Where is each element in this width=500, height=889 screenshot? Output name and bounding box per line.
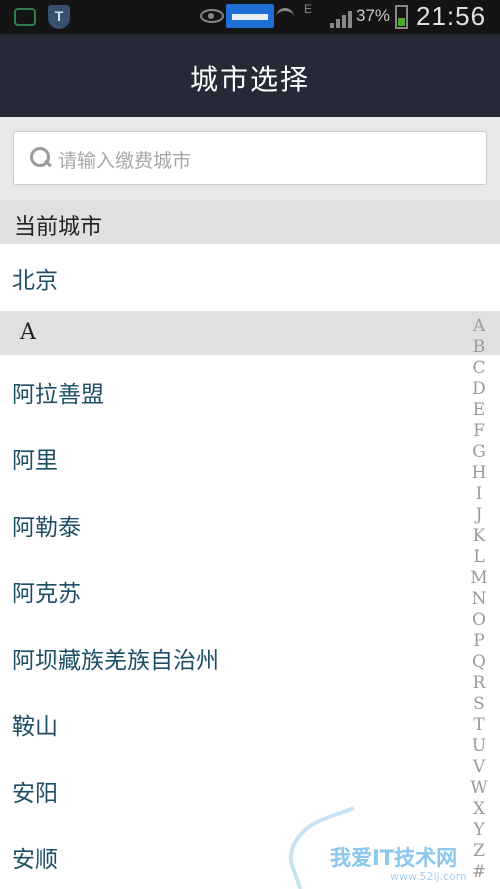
battery-percent: 37% [356, 6, 391, 25]
search-placeholder: 请输入缴费城市 [58, 150, 192, 172]
index-letter[interactable]: I [468, 484, 490, 504]
city-name: 安顺 [12, 847, 58, 873]
index-letter[interactable]: L [468, 547, 490, 567]
index-letter[interactable]: A [468, 316, 490, 336]
current-city-header: 当前城市 [0, 200, 500, 244]
current-city-label: 北京 [12, 268, 58, 294]
notification-bar-icon [226, 4, 274, 28]
index-letter[interactable]: V [468, 757, 490, 777]
index-letter[interactable]: K [468, 526, 490, 546]
index-letter[interactable]: P [468, 631, 490, 651]
search-input[interactable]: 请输入缴费城市 [13, 131, 487, 185]
city-list-item[interactable]: 阿坝藏族羌族自治州 [0, 624, 470, 690]
current-city-item[interactable]: 北京 [0, 244, 500, 311]
city-name: 安阳 [12, 781, 58, 807]
city-name: 阿勒泰 [12, 515, 81, 541]
index-letter[interactable]: D [468, 379, 490, 399]
city-list-item[interactable]: 阿克苏 [0, 557, 470, 623]
city-name: 阿拉善盟 [12, 382, 104, 408]
index-letter[interactable]: E [468, 400, 490, 420]
city-name: 阿里 [12, 448, 58, 474]
message-notification-icon [14, 8, 36, 26]
city-list-item[interactable]: 阿里 [0, 424, 470, 490]
signal-strength-icon [330, 10, 354, 28]
alphabet-index-bar[interactable]: A B C D E F G H I J K L M N O P Q R S T … [468, 316, 490, 888]
group-header-letter: A [20, 320, 36, 345]
index-letter[interactable]: G [468, 442, 490, 462]
network-type-label: E [304, 2, 313, 16]
index-letter[interactable]: N [468, 589, 490, 609]
index-letter[interactable]: J [468, 505, 490, 525]
index-letter[interactable]: Q [468, 652, 490, 672]
index-letter[interactable]: H [468, 463, 490, 483]
city-list-item[interactable]: 阿拉善盟 [0, 358, 470, 424]
watermark-text: 我爱IT技术网 [330, 846, 458, 870]
page-title: 城市选择 [189, 63, 310, 96]
index-letter[interactable]: C [468, 358, 490, 378]
group-header-a: A [0, 311, 500, 355]
security-shield-icon: T [48, 5, 70, 29]
status-bar: T E 37% 21:56 [0, 0, 500, 34]
watermark-url: www.52ij.com [390, 870, 467, 883]
battery-icon [395, 5, 408, 29]
city-list-item[interactable]: 鞍山 [0, 690, 470, 756]
index-letter[interactable]: B [468, 337, 490, 357]
index-letter[interactable]: M [468, 568, 490, 588]
index-letter[interactable]: F [468, 421, 490, 441]
index-letter[interactable]: O [468, 610, 490, 630]
city-list-item[interactable]: 阿勒泰 [0, 491, 470, 557]
wifi-icon [276, 8, 294, 26]
search-area: 请输入缴费城市 [0, 117, 500, 200]
watermark-logo: 我爱IT技术网 www.52ij.com [278, 806, 500, 889]
index-letter[interactable]: U [468, 736, 490, 756]
index-letter[interactable]: S [468, 694, 490, 714]
title-bar: 城市选择 [0, 34, 500, 117]
city-name: 阿克苏 [12, 581, 81, 607]
current-city-header-label: 当前城市 [14, 215, 103, 240]
eye-icon [200, 9, 224, 23]
index-letter[interactable]: W [468, 778, 490, 798]
city-name: 阿坝藏族羌族自治州 [12, 648, 219, 674]
search-icon [30, 147, 52, 169]
city-name: 鞍山 [12, 714, 58, 740]
clock: 21:56 [416, 1, 487, 31]
index-letter[interactable]: R [468, 673, 490, 693]
index-letter[interactable]: T [468, 715, 490, 735]
